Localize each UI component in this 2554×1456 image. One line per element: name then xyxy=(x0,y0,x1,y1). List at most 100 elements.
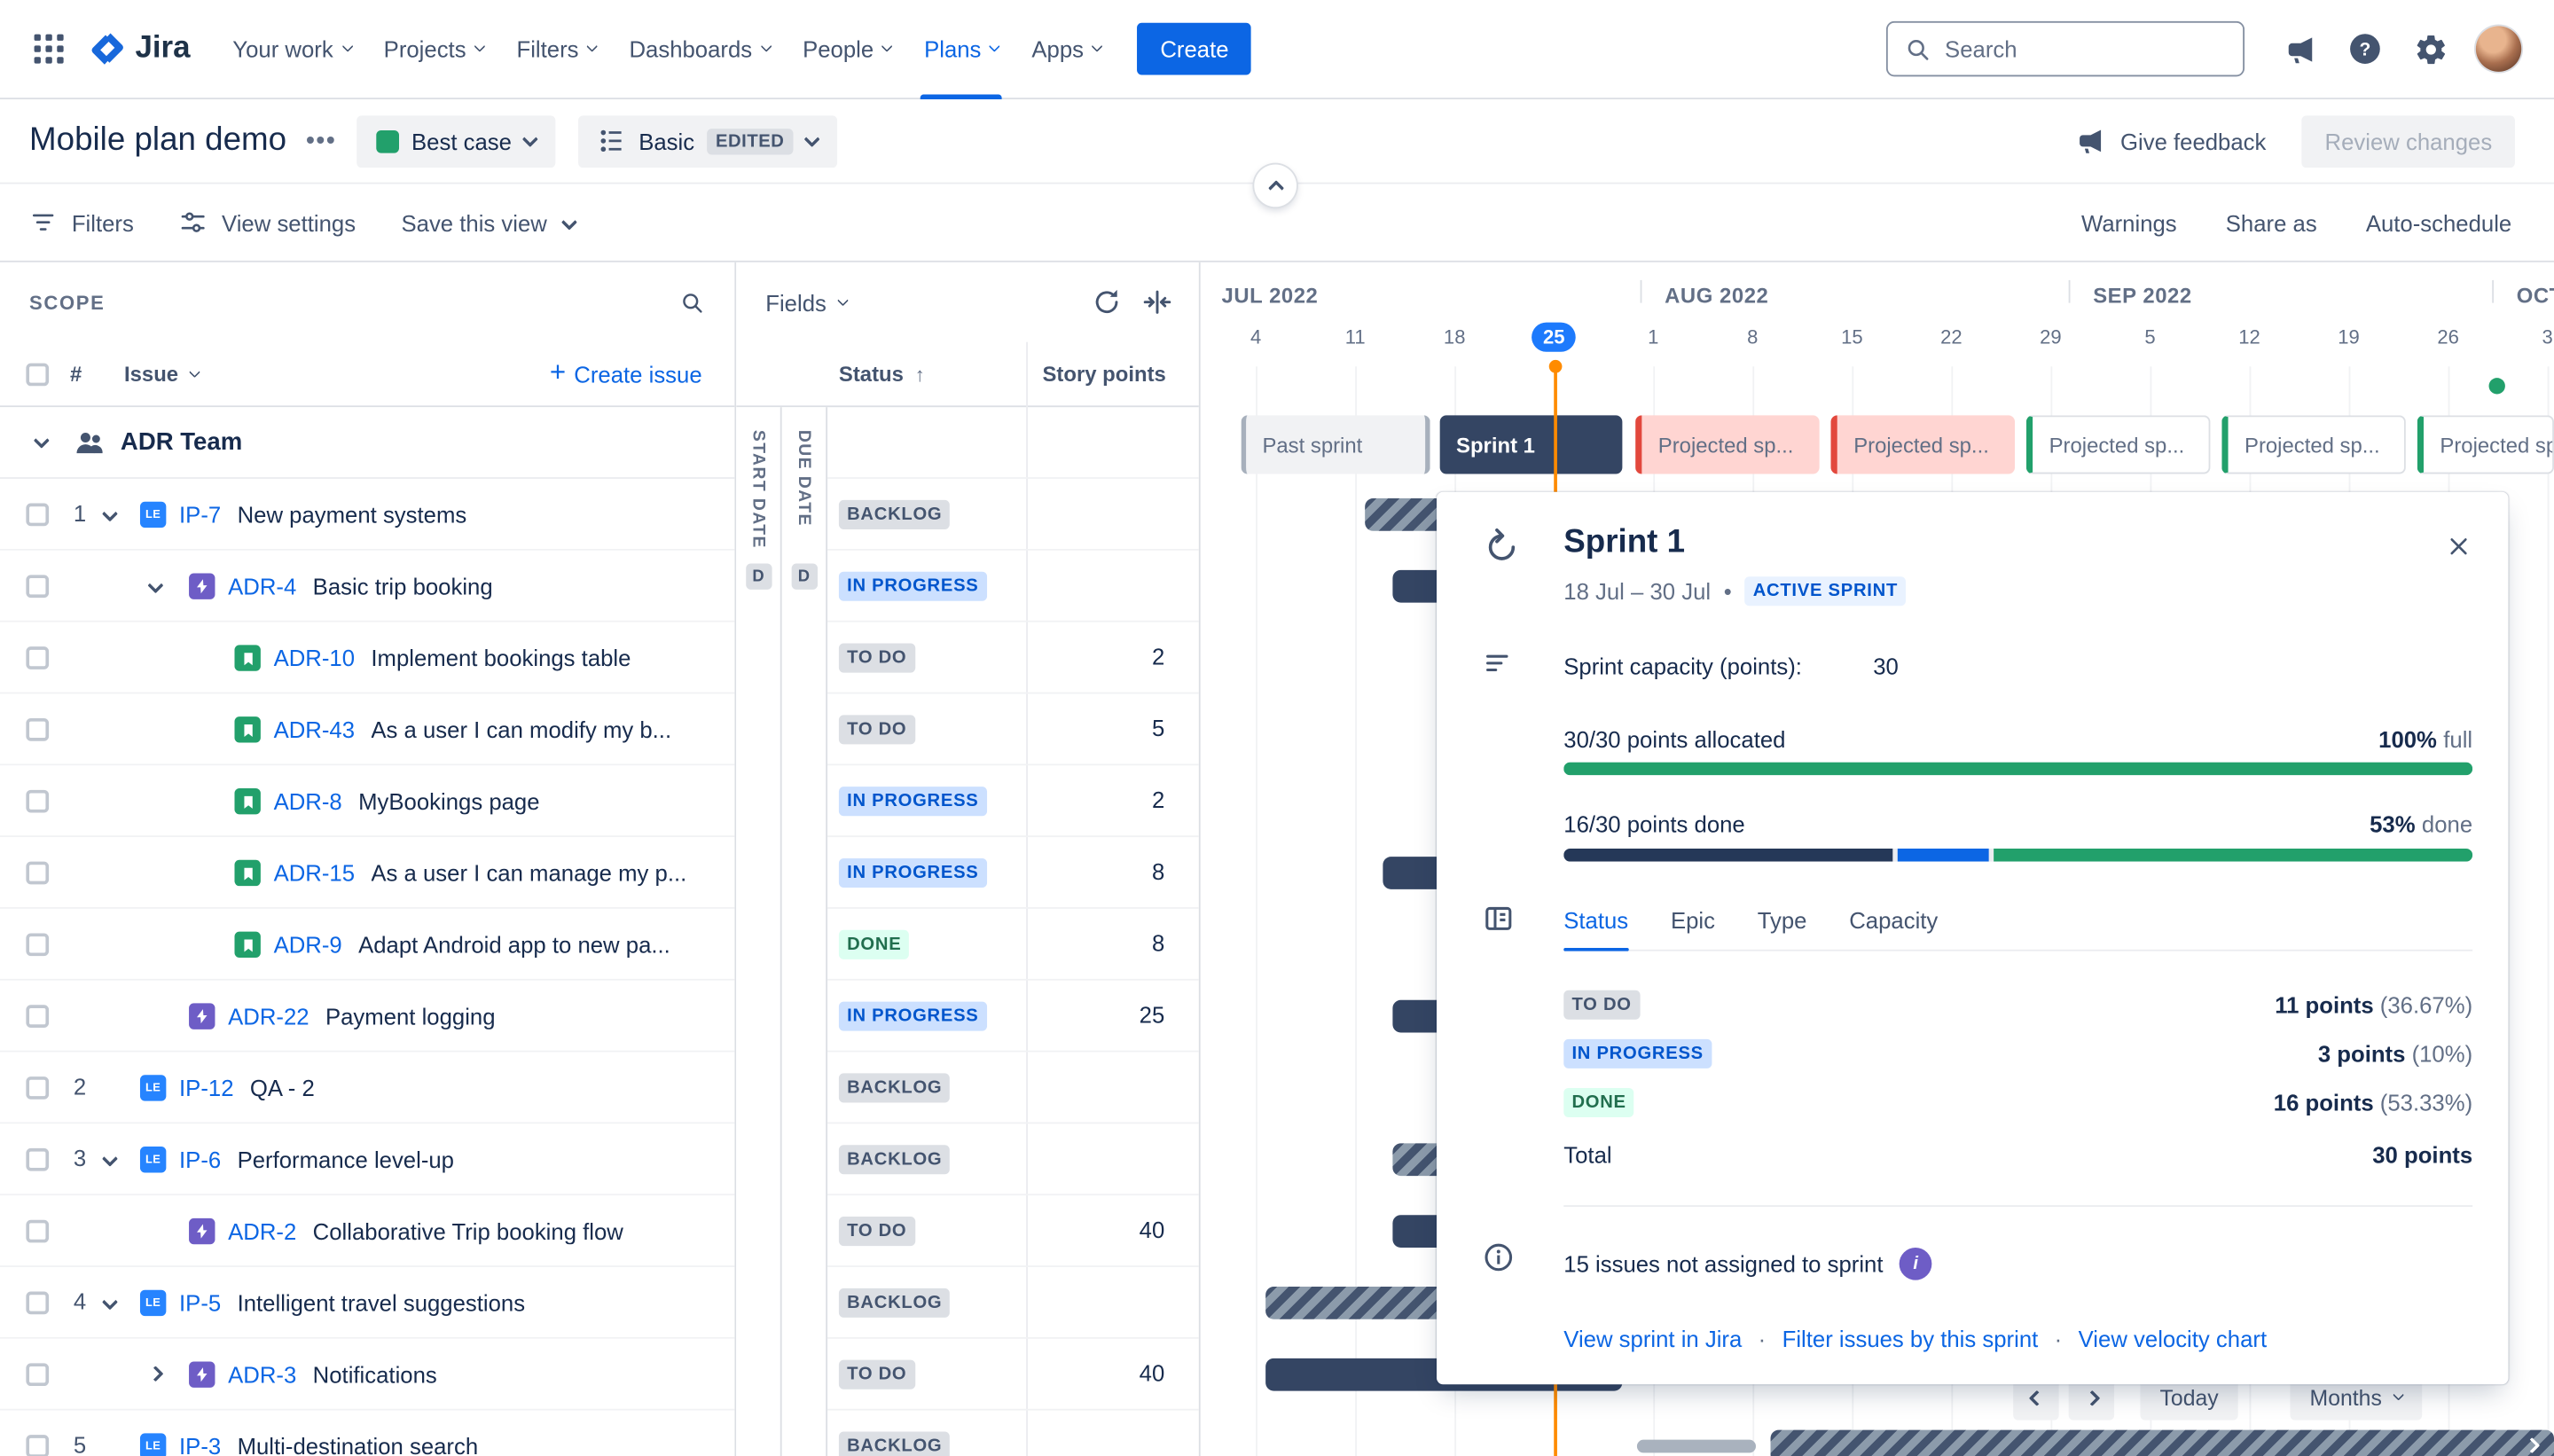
row-checkbox[interactable] xyxy=(26,1363,49,1386)
popup-tab-status[interactable]: Status xyxy=(1563,904,1628,949)
collapse-header-button[interactable] xyxy=(1254,165,1297,207)
changeboarding-info-icon[interactable]: i xyxy=(1900,1248,1932,1280)
row-checkbox[interactable] xyxy=(26,1076,49,1100)
status-badge[interactable]: BACKLOG xyxy=(839,1145,951,1174)
row-checkbox[interactable] xyxy=(26,1292,49,1315)
popup-link-filter-issues-by-this-sprint[interactable]: Filter issues by this sprint xyxy=(1782,1326,2039,1351)
filters-button[interactable]: Filters xyxy=(29,208,134,236)
scope-row-ip-12[interactable]: 2LEIP-12QA - 2 xyxy=(0,1053,736,1124)
save-view-button[interactable]: Save this view xyxy=(401,209,546,235)
collapsed-column-due-date[interactable]: DUE DATED xyxy=(782,407,827,1456)
status-badge[interactable]: TO DO xyxy=(839,715,915,744)
settings-gear-icon[interactable] xyxy=(2401,20,2459,78)
scope-row-adr-2[interactable]: ADR-2Collaborative Trip booking flow xyxy=(0,1195,736,1267)
scope-row-adr-3[interactable]: ADR-3Notifications xyxy=(0,1339,736,1411)
nav-item-dashboards[interactable]: Dashboards xyxy=(613,0,787,98)
sprint-bar-sprint-1-1[interactable]: Sprint 1 xyxy=(1440,415,1623,474)
status-badge[interactable]: TO DO xyxy=(839,1217,915,1246)
scope-row-ip-3[interactable]: 5LEIP-3Multi-destination search xyxy=(0,1411,736,1456)
issue-key-link[interactable]: ADR-43 xyxy=(274,716,355,742)
status-badge[interactable]: IN PROGRESS xyxy=(839,787,987,816)
more-options-button[interactable]: ••• xyxy=(306,127,336,154)
review-changes-button[interactable]: Review changes xyxy=(2302,114,2515,167)
popup-tab-type[interactable]: Type xyxy=(1758,904,1807,949)
popup-link-view-velocity-chart[interactable]: View velocity chart xyxy=(2079,1326,2267,1351)
row-checkbox[interactable] xyxy=(26,1005,49,1028)
issue-key-link[interactable]: IP-5 xyxy=(179,1290,221,1316)
announcements-megaphone-icon[interactable] xyxy=(2270,20,2329,78)
status-badge[interactable]: IN PROGRESS xyxy=(839,572,987,601)
status-badge[interactable]: BACKLOG xyxy=(839,1073,951,1102)
scope-row-adr-8[interactable]: ADR-8MyBookings page xyxy=(0,765,736,837)
app-switcher-button[interactable] xyxy=(23,23,75,75)
scope-row-ip-5[interactable]: 4LEIP-5Intelligent travel suggestions xyxy=(0,1267,736,1339)
status-badge[interactable]: DONE xyxy=(839,930,910,959)
scenario-selector[interactable]: Best case xyxy=(356,114,556,167)
horizontal-scrollbar[interactable] xyxy=(1637,1440,1756,1453)
scope-row-adr-43[interactable]: ADR-43As a user I can modify my b... xyxy=(0,693,736,765)
row-checkbox[interactable] xyxy=(26,1220,49,1243)
fields-selector[interactable]: Fields xyxy=(765,289,847,315)
collapse-fields-icon[interactable] xyxy=(1142,286,1173,317)
collapse-row-icon[interactable] xyxy=(147,577,163,593)
warnings-button[interactable]: Warnings xyxy=(2081,209,2177,235)
row-checkbox[interactable] xyxy=(26,1148,49,1171)
status-badge[interactable]: IN PROGRESS xyxy=(839,1002,987,1031)
select-all-checkbox[interactable] xyxy=(26,363,49,386)
scope-row-adr-22[interactable]: ADR-22Payment logging xyxy=(0,981,736,1053)
row-checkbox[interactable] xyxy=(26,790,49,813)
row-checkbox[interactable] xyxy=(26,646,49,669)
sprint-bar-projected-sp-6[interactable]: Projected sp... xyxy=(2417,415,2554,474)
scope-row-adr-10[interactable]: ADR-10Implement bookings table xyxy=(0,622,736,694)
collapsed-column-start-date[interactable]: START DATED xyxy=(736,407,781,1456)
sprint-bar-projected-sp-2[interactable]: Projected sp... xyxy=(1635,415,1820,474)
share-as-button[interactable]: Share as xyxy=(2226,209,2317,235)
status-column-header[interactable]: Status ↑ xyxy=(839,362,925,387)
issue-key-link[interactable]: ADR-8 xyxy=(274,788,342,814)
nav-item-projects[interactable]: Projects xyxy=(367,0,500,98)
issue-key-link[interactable]: IP-7 xyxy=(179,502,221,528)
status-badge[interactable]: BACKLOG xyxy=(839,1431,951,1456)
nav-item-people[interactable]: People xyxy=(787,0,908,98)
nav-item-your-work[interactable]: Your work xyxy=(216,0,367,98)
give-feedback-button[interactable]: Give feedback xyxy=(2075,125,2267,156)
save-view-dropdown-button[interactable] xyxy=(563,216,575,228)
team-row[interactable]: ADR Team xyxy=(0,407,734,479)
collapse-row-icon[interactable] xyxy=(102,1151,118,1167)
nav-item-filters[interactable]: Filters xyxy=(500,0,613,98)
status-badge[interactable]: TO DO xyxy=(839,1360,915,1389)
row-checkbox[interactable] xyxy=(26,575,49,598)
refresh-icon[interactable] xyxy=(1092,286,1123,317)
collapse-team-icon[interactable] xyxy=(34,433,50,449)
popup-link-view-sprint-in-jira[interactable]: View sprint in Jira xyxy=(1563,1326,1742,1351)
popup-tab-capacity[interactable]: Capacity xyxy=(1849,904,1938,949)
issue-key-link[interactable]: IP-3 xyxy=(179,1433,221,1456)
nav-item-plans[interactable]: Plans xyxy=(908,0,1015,98)
collapse-row-icon[interactable] xyxy=(102,1294,118,1310)
row-checkbox[interactable] xyxy=(26,718,49,741)
sprint-bar-projected-sp-4[interactable]: Projected sp... xyxy=(2026,415,2211,474)
scope-row-adr-9[interactable]: ADR-9Adapt Android app to new pa... xyxy=(0,909,736,981)
search-box[interactable] xyxy=(1886,21,2245,76)
expand-row-icon[interactable] xyxy=(147,1366,163,1382)
help-icon[interactable]: ? xyxy=(2336,20,2394,78)
row-checkbox[interactable] xyxy=(26,1435,49,1456)
row-checkbox[interactable] xyxy=(26,504,49,527)
issue-key-link[interactable]: ADR-3 xyxy=(228,1362,296,1388)
status-badge[interactable]: TO DO xyxy=(839,644,915,673)
issue-key-link[interactable]: ADR-15 xyxy=(274,860,355,886)
scope-row-adr-15[interactable]: ADR-15As a user I can manage my p... xyxy=(0,837,736,909)
view-selector[interactable]: Basic EDITED xyxy=(578,114,836,167)
search-input[interactable] xyxy=(1945,35,2227,61)
issue-key-link[interactable]: ADR-4 xyxy=(228,574,296,599)
issue-column-header[interactable]: Issue xyxy=(124,362,200,387)
scope-row-ip-7[interactable]: 1LEIP-7New payment systems xyxy=(0,479,736,551)
close-icon[interactable] xyxy=(2437,524,2480,567)
release-marker[interactable] xyxy=(2489,378,2505,394)
jira-logo[interactable]: Jira xyxy=(88,29,190,68)
nav-item-apps[interactable]: Apps xyxy=(1015,0,1118,98)
auto-schedule-button[interactable]: Auto-schedule xyxy=(2366,209,2511,235)
status-badge[interactable]: BACKLOG xyxy=(839,1288,951,1318)
collapse-row-icon[interactable] xyxy=(102,505,118,521)
issue-key-link[interactable]: ADR-2 xyxy=(228,1218,296,1244)
